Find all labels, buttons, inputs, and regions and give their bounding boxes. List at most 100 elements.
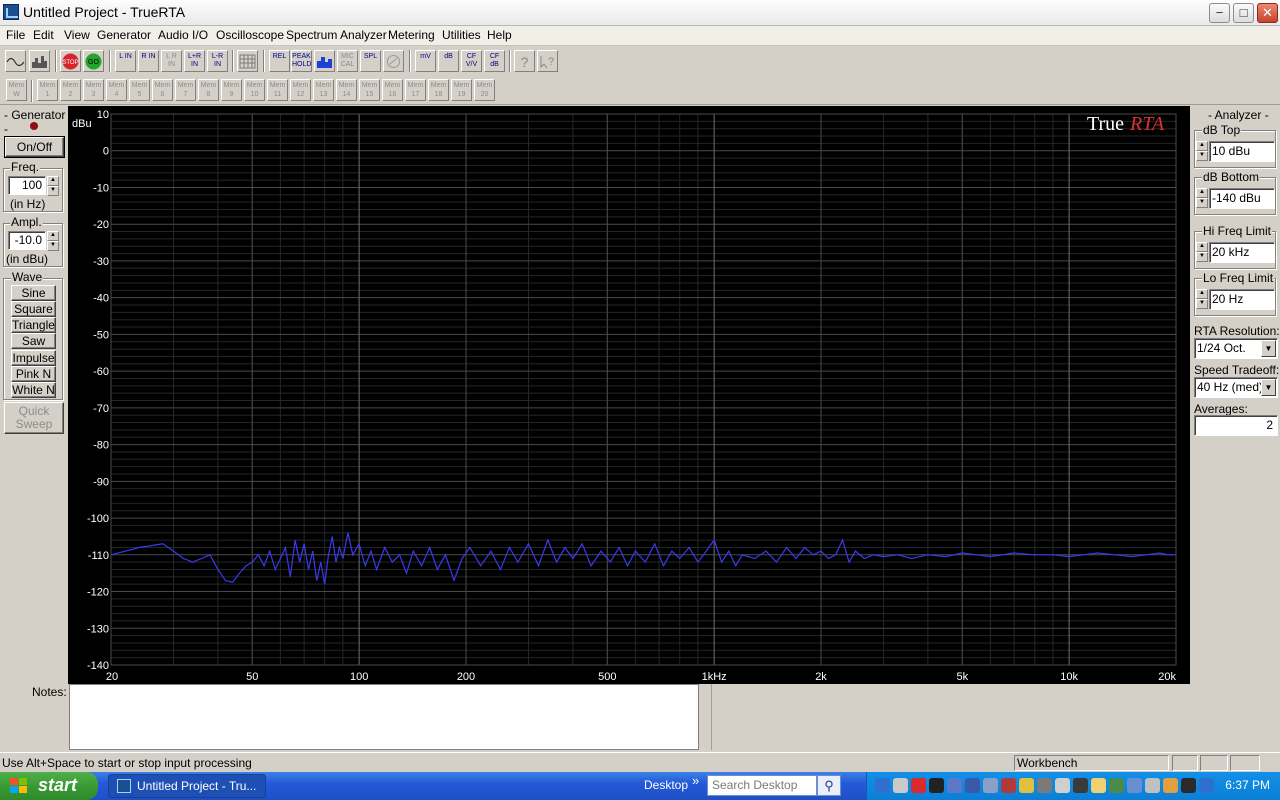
difference-input-button[interactable]: L-R IN <box>207 50 228 72</box>
app-icon[interactable] <box>3 4 19 20</box>
memory-slot[interactable]: Mem 1 <box>37 79 58 101</box>
tools-tray-icon[interactable] <box>983 778 998 793</box>
media-tray-icon[interactable] <box>1073 778 1088 793</box>
taskbar-item-truerta[interactable]: Untitled Project - Tru... <box>108 774 266 798</box>
menu-generator[interactable]: Generator <box>97 28 151 42</box>
quick-sweep-button[interactable]: Quick Sweep <box>4 402 64 434</box>
lo-freq-spin-up[interactable]: ▲ <box>1196 289 1208 299</box>
memory-slot[interactable]: Mem 5 <box>129 79 150 101</box>
memory-slot[interactable]: Mem 8 <box>198 79 219 101</box>
memory-slot[interactable]: Mem 15 <box>359 79 380 101</box>
volume-tray-icon[interactable] <box>1145 778 1160 793</box>
memory-slot[interactable]: Mem 14 <box>336 79 357 101</box>
chevron-down-icon[interactable]: ▼ <box>1261 340 1276 357</box>
hi-freq-spin-down[interactable]: ▼ <box>1196 252 1208 262</box>
shield-tray-icon[interactable] <box>1127 778 1142 793</box>
wave-white-noise-button[interactable]: White N <box>11 382 56 398</box>
spectrum-plot[interactable]: 10 0 -10 -20 -30 -40 -50 -60 -70 -80 -90 -100 -110 -1… <box>68 106 1190 684</box>
memory-slot[interactable]: Mem 17 <box>405 79 426 101</box>
lo-freq-input[interactable]: 20 Hz <box>1209 289 1275 310</box>
left-input-button[interactable]: L IN <box>115 50 136 72</box>
hi-freq-spin-up[interactable]: ▲ <box>1196 242 1208 252</box>
sync-tray-icon[interactable] <box>1109 778 1124 793</box>
rta-resolution-select[interactable]: 1/24 Oct. ▼ <box>1194 338 1278 359</box>
decibel-button[interactable]: dB <box>438 50 459 72</box>
start-button[interactable]: start <box>0 772 98 800</box>
menu-file[interactable]: File <box>6 28 25 42</box>
memory-slot[interactable]: Mem 2 <box>60 79 81 101</box>
right-input-button[interactable]: R IN <box>138 50 159 72</box>
wave-triangle-button[interactable]: Triangle <box>11 317 56 333</box>
freq-spin-down[interactable]: ▼ <box>47 186 59 196</box>
speed-tray-icon[interactable] <box>1019 778 1034 793</box>
spectrum-view-icon[interactable] <box>29 50 50 72</box>
help-icon[interactable]: ? <box>514 50 535 72</box>
memory-slot[interactable]: Mem 6 <box>152 79 173 101</box>
minimize-button[interactable]: − <box>1209 3 1230 23</box>
signal-meter-icon[interactable] <box>383 50 404 72</box>
speed-tradeoff-select[interactable]: 40 Hz (med) ▼ <box>1194 377 1278 398</box>
relative-button[interactable]: REL <box>269 50 290 72</box>
db-top-spin-up[interactable]: ▲ <box>1196 141 1208 151</box>
bar-graph-icon[interactable] <box>314 50 335 72</box>
averages-input[interactable]: 2 <box>1194 415 1278 436</box>
update-tray-icon[interactable] <box>1163 778 1178 793</box>
millivolt-button[interactable]: mV <box>415 50 436 72</box>
freq-input[interactable]: 100 <box>8 176 46 195</box>
close-button[interactable]: ✕ <box>1257 3 1278 23</box>
memory-slot[interactable]: Mem 11 <box>267 79 288 101</box>
context-help-icon[interactable]: ? <box>537 50 558 72</box>
grid-icon[interactable] <box>237 50 258 72</box>
search-tray-icon[interactable] <box>875 778 890 793</box>
peak-hold-button[interactable]: PEAK HOLD <box>291 50 312 72</box>
drive-tray-icon[interactable] <box>1037 778 1052 793</box>
menu-audio-io[interactable]: Audio I/O <box>158 28 208 42</box>
db-top-input[interactable]: 10 dBu <box>1209 141 1275 162</box>
generator-onoff-button[interactable]: On/Off <box>4 136 65 158</box>
chevron-icon[interactable]: » <box>692 773 699 788</box>
wave-square-button[interactable]: Square <box>11 301 56 317</box>
menu-spectrum-analyzer[interactable]: Spectrum Analyzer <box>286 28 387 42</box>
lo-freq-spin-down[interactable]: ▼ <box>1196 299 1208 309</box>
clock-tray-icon[interactable] <box>893 778 908 793</box>
pc-tray-icon[interactable] <box>911 778 926 793</box>
ampl-input[interactable]: -10.0 <box>8 231 46 250</box>
help-tray-icon[interactable] <box>1055 778 1070 793</box>
freq-spin-up[interactable]: ▲ <box>47 176 59 186</box>
desktop-search-input[interactable]: Search Desktop <box>707 775 817 796</box>
wave-sine-button[interactable]: Sine <box>11 285 56 301</box>
stereo-input-button[interactable]: L R IN <box>161 50 182 72</box>
menu-view[interactable]: View <box>64 28 90 42</box>
keyboard-tray-icon[interactable] <box>1199 778 1214 793</box>
network-tray-icon[interactable] <box>947 778 962 793</box>
memory-slot[interactable]: Mem 3 <box>83 79 104 101</box>
memory-slot[interactable]: Mem 18 <box>428 79 449 101</box>
memory-slot[interactable]: Mem 4 <box>106 79 127 101</box>
db-bottom-spin-up[interactable]: ▲ <box>1196 188 1208 198</box>
memory-slot[interactable]: Mem 16 <box>382 79 403 101</box>
memory-slot[interactable]: Mem 10 <box>244 79 265 101</box>
menu-help[interactable]: Help <box>487 28 512 42</box>
sum-input-button[interactable]: L+R IN <box>184 50 205 72</box>
cf-vv-button[interactable]: CF V/V <box>461 50 482 72</box>
cf-db-button[interactable]: CF dB <box>484 50 505 72</box>
memory-slot[interactable]: Mem 13 <box>313 79 334 101</box>
db-bottom-spin-down[interactable]: ▼ <box>1196 198 1208 208</box>
memory-slot[interactable]: Mem 19 <box>451 79 472 101</box>
chevron-down-icon[interactable]: ▼ <box>1261 379 1276 396</box>
ampl-spin-down[interactable]: ▼ <box>47 241 59 251</box>
mic-cal-button[interactable]: MIC CAL <box>337 50 358 72</box>
notes-textarea[interactable] <box>69 684 699 750</box>
mem-w-button[interactable]: Mem W <box>6 79 27 101</box>
menu-oscilloscope[interactable]: Oscilloscope <box>216 28 284 42</box>
memory-slot[interactable]: Mem 9 <box>221 79 242 101</box>
go-button[interactable]: GO <box>83 50 104 72</box>
spl-button[interactable]: SPL <box>360 50 381 72</box>
memory-slot[interactable]: Mem 12 <box>290 79 311 101</box>
edit-tray-icon[interactable] <box>1091 778 1106 793</box>
memory-slot[interactable]: Mem 20 <box>474 79 495 101</box>
ampl-spin-up[interactable]: ▲ <box>47 231 59 241</box>
display-tray-icon[interactable] <box>1181 778 1196 793</box>
wave-impulse-button[interactable]: Impulse <box>11 350 56 366</box>
oscilloscope-view-icon[interactable] <box>5 50 26 72</box>
